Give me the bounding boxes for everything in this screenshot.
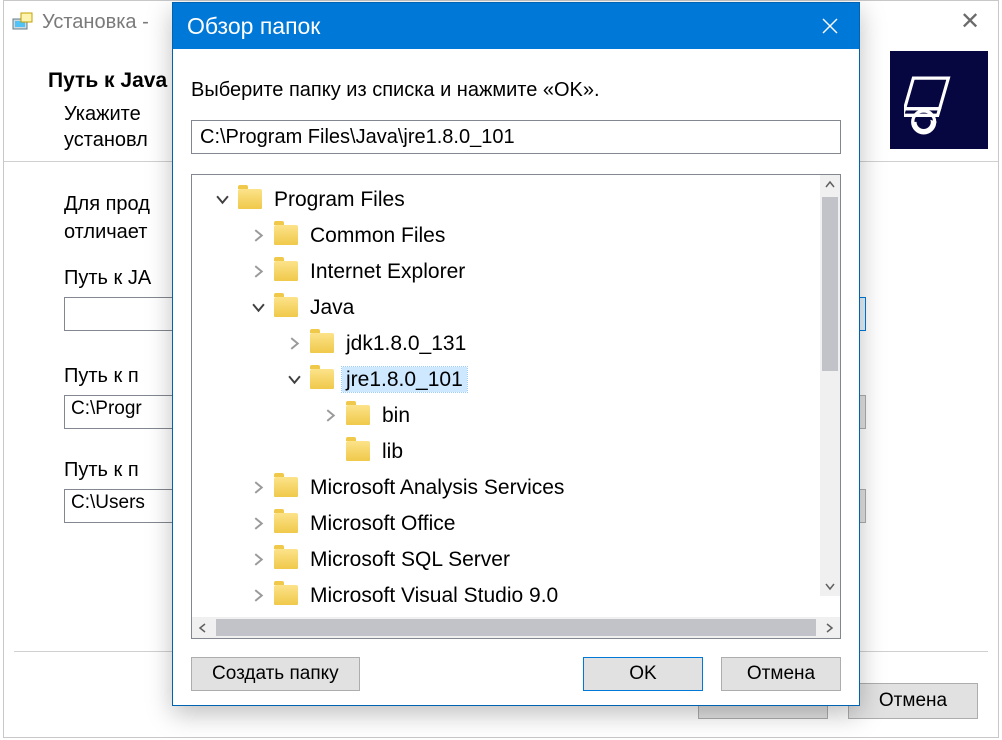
tree-node-common-files[interactable]: Common Files bbox=[192, 217, 840, 253]
folder-icon bbox=[346, 441, 370, 461]
dialog-button-row: Создать папку OK Отмена bbox=[191, 657, 841, 691]
folder-icon bbox=[310, 369, 334, 389]
ok-button[interactable]: OK bbox=[583, 657, 703, 691]
chevron-right-icon[interactable] bbox=[318, 403, 342, 427]
tree-node-label: Program Files bbox=[270, 187, 409, 212]
folder-icon bbox=[238, 189, 262, 209]
scroll-right-icon[interactable] bbox=[818, 617, 840, 638]
installer-title: Установка - bbox=[42, 11, 149, 34]
tree-node-jdk[interactable]: jdk1.8.0_131 bbox=[192, 325, 840, 361]
tree-node-bin[interactable]: bin bbox=[192, 397, 840, 433]
tree-node-program-files[interactable]: Program Files bbox=[192, 181, 840, 217]
chevron-right-icon[interactable] bbox=[246, 511, 270, 535]
vertical-scrollbar[interactable] bbox=[820, 175, 840, 596]
browse-folder-dialog: Обзор папок Выберите папку из списка и н… bbox=[172, 2, 860, 706]
dialog-titlebar[interactable]: Обзор папок bbox=[173, 3, 859, 49]
tree-node-ms-analysis[interactable]: Microsoft Analysis Services bbox=[192, 469, 840, 505]
tree-node-label: jre1.8.0_101 bbox=[342, 367, 467, 392]
label-java-path: Путь к JA bbox=[64, 267, 151, 290]
tree-node-label: Microsoft Analysis Services bbox=[306, 475, 568, 500]
chevron-right-icon[interactable] bbox=[246, 547, 270, 571]
body-text-1: Для прод bbox=[64, 193, 150, 216]
tree-node-label: Java bbox=[306, 295, 358, 320]
scrollbar-thumb[interactable] bbox=[216, 619, 816, 636]
cancel-button[interactable]: Отмена bbox=[721, 657, 841, 691]
tree-node-ms-sql[interactable]: Microsoft SQL Server bbox=[192, 541, 840, 577]
folder-icon bbox=[274, 477, 298, 497]
folder-icon bbox=[310, 333, 334, 353]
chevron-right-icon[interactable] bbox=[246, 583, 270, 607]
close-icon bbox=[822, 18, 838, 34]
chevron-right-icon[interactable] bbox=[246, 475, 270, 499]
scroll-up-icon[interactable] bbox=[820, 175, 840, 195]
close-icon: ✕ bbox=[960, 7, 980, 36]
new-folder-label: Создать папку bbox=[212, 663, 339, 685]
folder-icon bbox=[346, 405, 370, 425]
installer-cancel-button[interactable]: Отмена bbox=[848, 683, 978, 719]
folder-icon bbox=[274, 585, 298, 605]
cancel-label: Отмена bbox=[879, 690, 947, 712]
cancel-label: Отмена bbox=[747, 663, 815, 685]
installer-logo bbox=[890, 51, 988, 149]
tree-node-lib[interactable]: lib bbox=[192, 433, 840, 469]
folder-icon bbox=[274, 549, 298, 569]
chevron-right-icon[interactable] bbox=[246, 223, 270, 247]
tree-node-label: Microsoft SQL Server bbox=[306, 547, 514, 572]
tree-node-label: lib bbox=[378, 439, 407, 464]
scroll-down-icon[interactable] bbox=[820, 576, 840, 596]
chevron-down-icon[interactable] bbox=[282, 367, 306, 391]
ok-label: OK bbox=[629, 663, 656, 685]
chevron-right-icon[interactable] bbox=[246, 259, 270, 283]
scroll-left-icon[interactable] bbox=[192, 617, 214, 638]
tree-node-label: bin bbox=[378, 403, 414, 428]
dialog-prompt: Выберите папку из списка и нажмите «OK». bbox=[191, 79, 841, 102]
page-subtext-2: установл bbox=[64, 129, 148, 152]
chevron-down-icon[interactable] bbox=[210, 187, 234, 211]
folder-tree: Program Files Common Files bbox=[191, 174, 841, 639]
tree-node-label: jdk1.8.0_131 bbox=[342, 331, 470, 356]
installer-close-button[interactable]: ✕ bbox=[942, 1, 998, 41]
tree-node-ms-vs9[interactable]: Microsoft Visual Studio 9.0 bbox=[192, 577, 840, 613]
dialog-title: Обзор папок bbox=[187, 13, 320, 40]
folder-icon bbox=[274, 225, 298, 245]
label-path-2: Путь к п bbox=[64, 365, 139, 388]
tree-node-java[interactable]: Java bbox=[192, 289, 840, 325]
new-folder-button[interactable]: Создать папку bbox=[191, 657, 360, 691]
chevron-down-icon[interactable] bbox=[246, 295, 270, 319]
selected-path-input[interactable]: C:\Program Files\Java\jre1.8.0_101 bbox=[191, 120, 841, 154]
tree-node-label: Microsoft Office bbox=[306, 511, 459, 536]
installer-icon bbox=[12, 11, 34, 33]
dialog-close-button[interactable] bbox=[801, 3, 859, 49]
label-path-3: Путь к п bbox=[64, 459, 139, 482]
horizontal-scrollbar[interactable] bbox=[192, 617, 840, 638]
tree-node-label: Internet Explorer bbox=[306, 259, 469, 284]
tree-node-label: Common Files bbox=[306, 223, 449, 248]
folder-icon bbox=[274, 297, 298, 317]
scrollbar-thumb[interactable] bbox=[822, 197, 838, 371]
tree-node-jre-selected[interactable]: jre1.8.0_101 bbox=[192, 361, 840, 397]
page-title: Путь к Java bbox=[48, 69, 167, 93]
tree-node-internet-explorer[interactable]: Internet Explorer bbox=[192, 253, 840, 289]
tree-node-ms-office[interactable]: Microsoft Office bbox=[192, 505, 840, 541]
chevron-right-icon[interactable] bbox=[282, 331, 306, 355]
page-subtext-1: Укажите bbox=[64, 103, 141, 126]
body-text-2: отличает bbox=[64, 221, 147, 244]
tree-node-label: Microsoft Visual Studio 9.0 bbox=[306, 583, 562, 608]
dialog-body: Выберите папку из списка и нажмите «OK».… bbox=[173, 49, 859, 705]
folder-icon bbox=[274, 261, 298, 281]
selected-path-value: C:\Program Files\Java\jre1.8.0_101 bbox=[200, 126, 515, 149]
folder-icon bbox=[274, 513, 298, 533]
